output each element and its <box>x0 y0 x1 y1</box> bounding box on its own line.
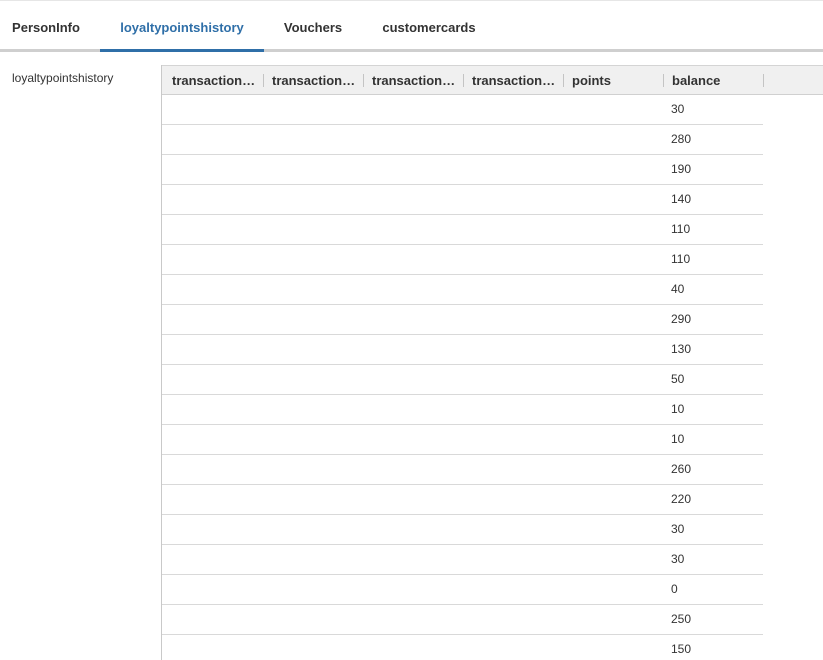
section-label: loyaltypointshistory <box>12 71 114 85</box>
table-row[interactable]: 250 <box>162 605 763 635</box>
table-row[interactable]: 50 <box>162 365 763 395</box>
balance-cell: 50 <box>671 372 685 386</box>
balance-cell: 190 <box>671 162 692 176</box>
table-row[interactable]: 290 <box>162 305 763 335</box>
table-row[interactable]: 0 <box>162 575 763 605</box>
balance-cell: 290 <box>671 312 692 326</box>
table-row[interactable]: 220 <box>162 485 763 515</box>
balance-cell: 280 <box>671 132 692 146</box>
tab-customercards[interactable]: customercards <box>370 1 488 49</box>
balance-cell: 0 <box>671 582 678 596</box>
balance-cell: 30 <box>671 102 685 116</box>
balance-cell: 30 <box>671 522 685 536</box>
balance-cell: 10 <box>671 432 685 446</box>
tab-personinfo[interactable]: PersonInfo <box>0 1 92 49</box>
balance-cell: 40 <box>671 282 685 296</box>
column-header-transaction-2[interactable]: transaction… <box>262 66 364 95</box>
balance-cell: 30 <box>671 552 685 566</box>
balance-cell: 150 <box>671 642 692 656</box>
table-row[interactable]: 140 <box>162 185 763 215</box>
balance-cell: 220 <box>671 492 692 506</box>
table-row[interactable]: 260 <box>162 455 763 485</box>
tab-vouchers[interactable]: Vouchers <box>272 1 354 49</box>
table-row[interactable]: 30 <box>162 95 763 125</box>
table-row[interactable]: 190 <box>162 155 763 185</box>
table-row[interactable]: 130 <box>162 335 763 365</box>
column-header-transaction-3[interactable]: transaction… <box>362 66 464 95</box>
balance-cell: 250 <box>671 612 692 626</box>
table-row[interactable]: 280 <box>162 125 763 155</box>
column-header-balance[interactable]: balance <box>662 66 764 95</box>
table-row[interactable]: 150 <box>162 635 763 660</box>
column-header-transaction-1[interactable]: transaction… <box>162 66 264 95</box>
table-row[interactable]: 40 <box>162 275 763 305</box>
grid-header: transaction… transaction… transaction… t… <box>162 65 823 95</box>
tab-loyaltypointshistory[interactable]: loyaltypointshistory <box>100 1 264 52</box>
table-row[interactable]: 110 <box>162 215 763 245</box>
tab-bar: PersonInfo loyaltypointshistory Vouchers… <box>0 1 823 52</box>
column-header-transaction-4[interactable]: transaction… <box>462 66 564 95</box>
balance-cell: 110 <box>671 222 691 236</box>
table-row[interactable]: 110 <box>162 245 763 275</box>
grid-body: 30 280 190 140 110 110 40 290 130 50 10 … <box>162 95 763 660</box>
balance-cell: 110 <box>671 252 691 266</box>
balance-cell: 140 <box>671 192 692 206</box>
table-row[interactable]: 30 <box>162 545 763 575</box>
table-row[interactable]: 10 <box>162 425 763 455</box>
loyalty-points-grid: transaction… transaction… transaction… t… <box>161 65 823 660</box>
column-header-points[interactable]: points <box>562 66 664 95</box>
table-row[interactable]: 10 <box>162 395 763 425</box>
balance-cell: 260 <box>671 462 692 476</box>
balance-cell: 130 <box>671 342 692 356</box>
balance-cell: 10 <box>671 402 685 416</box>
table-row[interactable]: 30 <box>162 515 763 545</box>
